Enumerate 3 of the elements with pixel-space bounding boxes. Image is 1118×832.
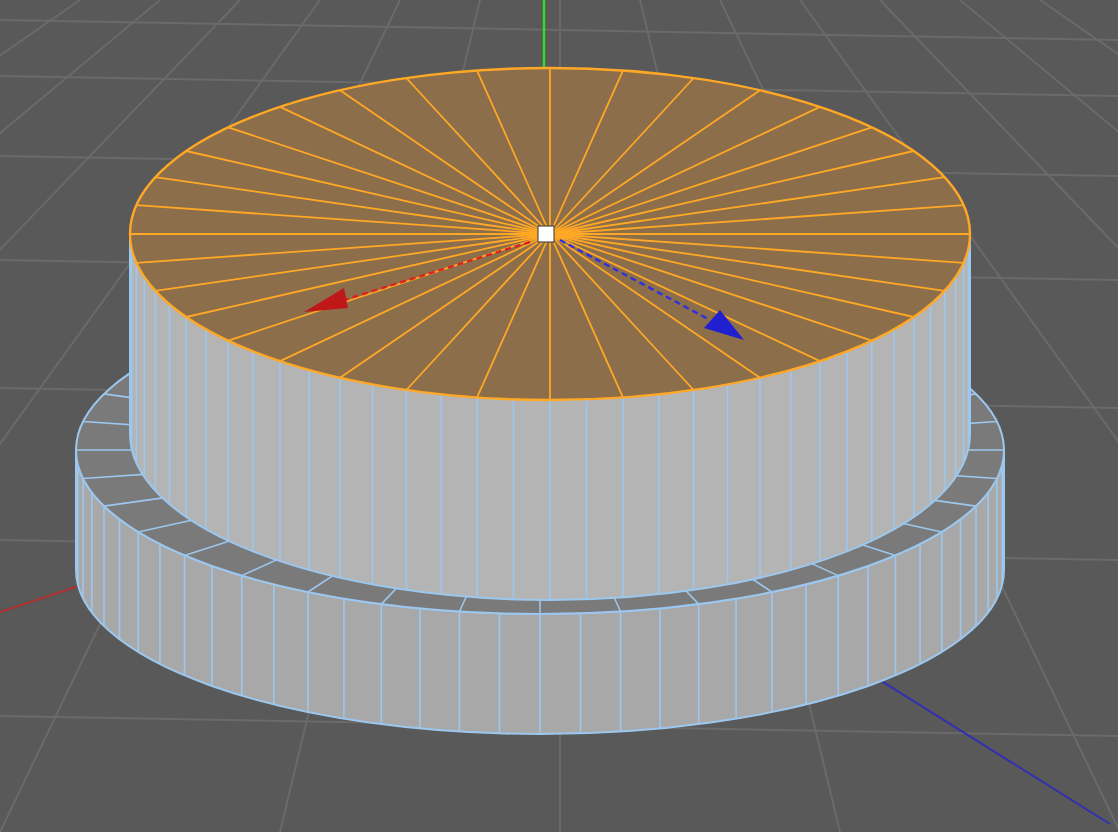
x-move-handle[interactable] [304,240,531,312]
center-handle[interactable] [537,225,555,243]
z-move-handle[interactable] [559,238,744,340]
